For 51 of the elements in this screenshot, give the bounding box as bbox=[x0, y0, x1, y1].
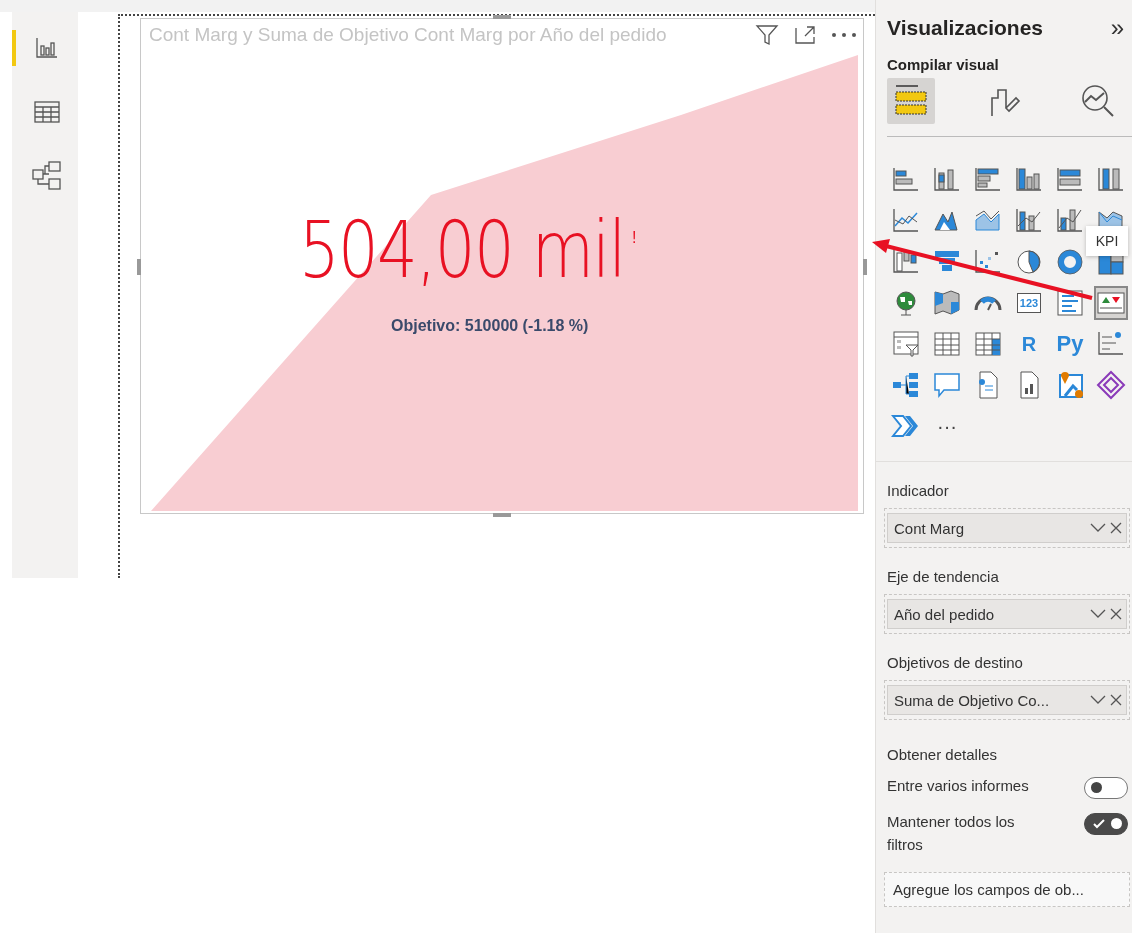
visual-type-button[interactable]: 123 bbox=[1012, 286, 1046, 320]
kpi-value: 504,00 mil bbox=[299, 211, 625, 289]
slicer-icon bbox=[891, 329, 921, 359]
model-icon bbox=[32, 161, 62, 191]
close-icon bbox=[1110, 694, 1122, 706]
well-label: Eje de tendencia bbox=[887, 568, 1000, 585]
more-visuals-button[interactable]: ··· bbox=[930, 409, 964, 443]
section-title: Obtener detalles bbox=[887, 746, 999, 763]
collapse-button[interactable]: » bbox=[1110, 14, 1124, 42]
warning-mark: ! bbox=[632, 229, 637, 247]
speech-bubble-icon bbox=[932, 370, 962, 400]
pie-chart-icon bbox=[1014, 247, 1044, 277]
focus-mode-icon[interactable] bbox=[793, 24, 817, 46]
donut-chart-icon bbox=[1055, 247, 1085, 277]
visual-title: Cont Marg y Suma de Objetivo Cont Marg por Año del pedido bbox=[149, 24, 668, 46]
field-chip[interactable]: Suma de Objetivo Co... bbox=[887, 685, 1127, 715]
tooltip: KPI bbox=[1086, 226, 1128, 256]
filter-icon[interactable] bbox=[755, 23, 779, 47]
diamond-icon bbox=[1096, 370, 1126, 400]
resize-handle[interactable] bbox=[863, 259, 867, 275]
map-icon bbox=[932, 288, 962, 318]
fields-tab[interactable] bbox=[887, 78, 935, 124]
close-icon bbox=[1110, 522, 1122, 534]
kpi-button[interactable] bbox=[1094, 286, 1128, 320]
diamond-button[interactable] bbox=[1094, 368, 1128, 402]
section-title: Compilar visual bbox=[887, 56, 1000, 73]
table-icon bbox=[34, 101, 60, 123]
toggle-switch[interactable] bbox=[1084, 777, 1128, 799]
check-icon bbox=[1093, 819, 1105, 829]
toggle-label: Mantener todos los filtros bbox=[887, 812, 1016, 855]
goal-text: Objetivo: 510000 (-1.18 %) bbox=[391, 317, 589, 335]
field-chip[interactable]: Cont Marg bbox=[887, 513, 1127, 543]
toggle-switch[interactable] bbox=[1084, 813, 1128, 835]
chevron-down-icon bbox=[1090, 695, 1106, 705]
chevron-down-icon bbox=[1090, 523, 1106, 533]
well-label: Indicador bbox=[887, 482, 950, 499]
well-label: Objetivos de destino bbox=[887, 654, 1024, 671]
resize-handle[interactable] bbox=[493, 15, 511, 19]
drop-zone[interactable]: Agregue los campos de ob... bbox=[884, 872, 1130, 907]
field-chip[interactable]: Año del pedido bbox=[887, 599, 1127, 629]
toggle-label: Entre varios informes bbox=[887, 776, 1030, 796]
matrix-icon bbox=[973, 329, 1003, 359]
more-options-icon[interactable] bbox=[831, 32, 857, 38]
resize-handle[interactable] bbox=[137, 259, 141, 275]
resize-handle[interactable] bbox=[493, 513, 511, 517]
decomposition-tree-icon bbox=[891, 370, 921, 400]
pane-title: Visualizaciones bbox=[887, 16, 1044, 40]
bar-chart-icon bbox=[35, 37, 59, 59]
table-icon bbox=[932, 329, 962, 359]
close-icon bbox=[1110, 608, 1122, 620]
chevron-down-icon bbox=[1090, 609, 1106, 619]
